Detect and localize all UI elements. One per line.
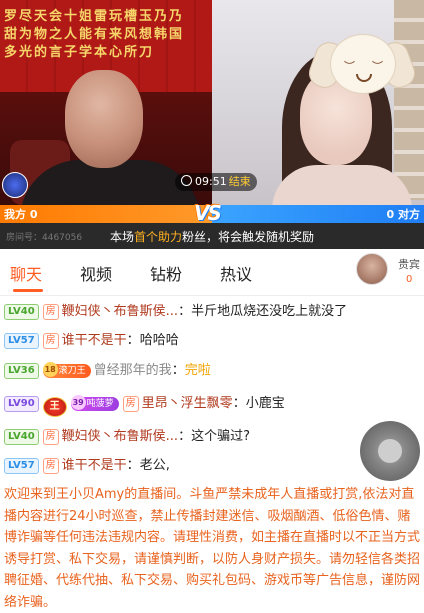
chat-username[interactable]: 鞭妇侠丶布鲁斯侯... bbox=[62, 304, 178, 319]
timer-end-label: 结束 bbox=[228, 175, 251, 188]
mini-avatar-icon[interactable] bbox=[2, 172, 28, 198]
assist-reward-bar: 房间号：4467056 本场首个助力粉丝，将会触发随机奖励 bbox=[0, 223, 424, 249]
system-notice: 欢迎来到王小贝Amy的直播间。斗鱼严禁未成年人直播或打赏,依法对直播内容进行24… bbox=[4, 487, 421, 610]
floating-assistive-ball[interactable] bbox=[360, 421, 420, 481]
chat-message[interactable]: LV40 房鞭妇侠丶布鲁斯侯...：半斤地瓜烧还没吃上就没了 bbox=[4, 302, 347, 324]
guest-label[interactable]: 贵宾 bbox=[398, 256, 420, 272]
room-manager-badge: 房 bbox=[42, 429, 59, 445]
chat-message[interactable]: LV40 房鞭妇侠丶布鲁斯侯...：这个骗过? bbox=[4, 427, 250, 449]
puppy-filter-icon: ︶ ︶ bbox=[305, 34, 419, 96]
chat-username[interactable]: 谁干不是干 bbox=[62, 458, 127, 473]
chat-username[interactable]: 里昂丶浮生飘零 bbox=[142, 396, 233, 411]
clock-icon bbox=[181, 175, 192, 186]
level-badge: LV90 bbox=[4, 396, 39, 412]
chat-message[interactable]: LV57 房谁干不是干：老公, bbox=[4, 456, 170, 478]
level-badge: LV57 bbox=[4, 458, 39, 474]
room-manager-badge: 房 bbox=[42, 333, 59, 349]
room-manager-badge: 房 bbox=[122, 396, 139, 412]
guest-count: 0 bbox=[406, 274, 413, 285]
chat-text: 完啦 bbox=[184, 363, 211, 378]
chat-text: 半斤地瓜烧还没吃上就没了 bbox=[191, 304, 348, 319]
fan-badge: 18 滚刀王 bbox=[42, 362, 91, 378]
chat-username[interactable]: 鞭妇侠丶布鲁斯侯... bbox=[62, 429, 178, 444]
opponent-side-score: 0 对方 bbox=[386, 208, 420, 221]
tab-hot-discussion[interactable]: 热议 bbox=[220, 261, 252, 285]
streamer-shoulder bbox=[272, 165, 412, 205]
banner-calligraphy: 罗尽天会十姐雷玩槽玉乃乃 甜为物之人能有来风想韩国 多光的言子学本心所刀 bbox=[4, 9, 185, 60]
level-badge: LV57 bbox=[4, 333, 39, 349]
room-manager-badge: 房 bbox=[42, 304, 59, 320]
king-icon: 王 bbox=[42, 397, 67, 417]
level-badge: LV36 bbox=[4, 363, 39, 379]
chat-message[interactable]: LV36 18 滚刀王 曾经那年的我：完啦 bbox=[4, 361, 211, 383]
guest-avatar[interactable] bbox=[356, 253, 388, 285]
chat-username[interactable]: 曾经那年的我 bbox=[94, 363, 172, 378]
chat-username[interactable]: 谁干不是干 bbox=[62, 333, 127, 348]
chat-text: 老公, bbox=[139, 458, 170, 473]
tab-diamond-fans[interactable]: 钻粉 bbox=[150, 261, 182, 285]
chat-text: 这个骗过? bbox=[191, 429, 250, 444]
chat-message[interactable]: LV57 房谁干不是干：哈哈哈 bbox=[4, 331, 179, 353]
pk-timer: 09:51 结束 bbox=[175, 173, 257, 191]
tab-video[interactable]: 视频 bbox=[80, 261, 112, 285]
active-tab-indicator bbox=[13, 289, 43, 292]
chat-message[interactable]: LV90 王 39 吨菠萝房里昂丶浮生飘零：小鹿宝 bbox=[4, 394, 285, 417]
host-head bbox=[65, 70, 143, 168]
level-badge: LV40 bbox=[4, 304, 39, 320]
level-badge: LV40 bbox=[4, 429, 39, 445]
assist-reward-text: 本场首个助力粉丝，将会触发随机奖励 bbox=[109, 230, 315, 244]
pk-score-bar: 我方 0 0 对方 VS bbox=[0, 201, 424, 225]
chat-text: 小鹿宝 bbox=[245, 396, 285, 411]
vs-logo: VS bbox=[194, 201, 222, 225]
tab-chat[interactable]: 聊天 bbox=[10, 261, 42, 285]
chat-text: 哈哈哈 bbox=[139, 333, 179, 348]
room-manager-badge: 房 bbox=[42, 458, 59, 474]
our-side-score: 我方 0 bbox=[4, 208, 38, 221]
live-video-area[interactable]: 罗尽天会十姐雷玩槽玉乃乃 甜为物之人能有来风想韩国 多光的言子学本心所刀 ︶ ︶ … bbox=[0, 0, 424, 205]
shelf-backdrop bbox=[394, 0, 424, 200]
timer-value: 09:51 bbox=[195, 175, 227, 188]
fan-badge: 39 吨菠萝 bbox=[70, 395, 119, 411]
